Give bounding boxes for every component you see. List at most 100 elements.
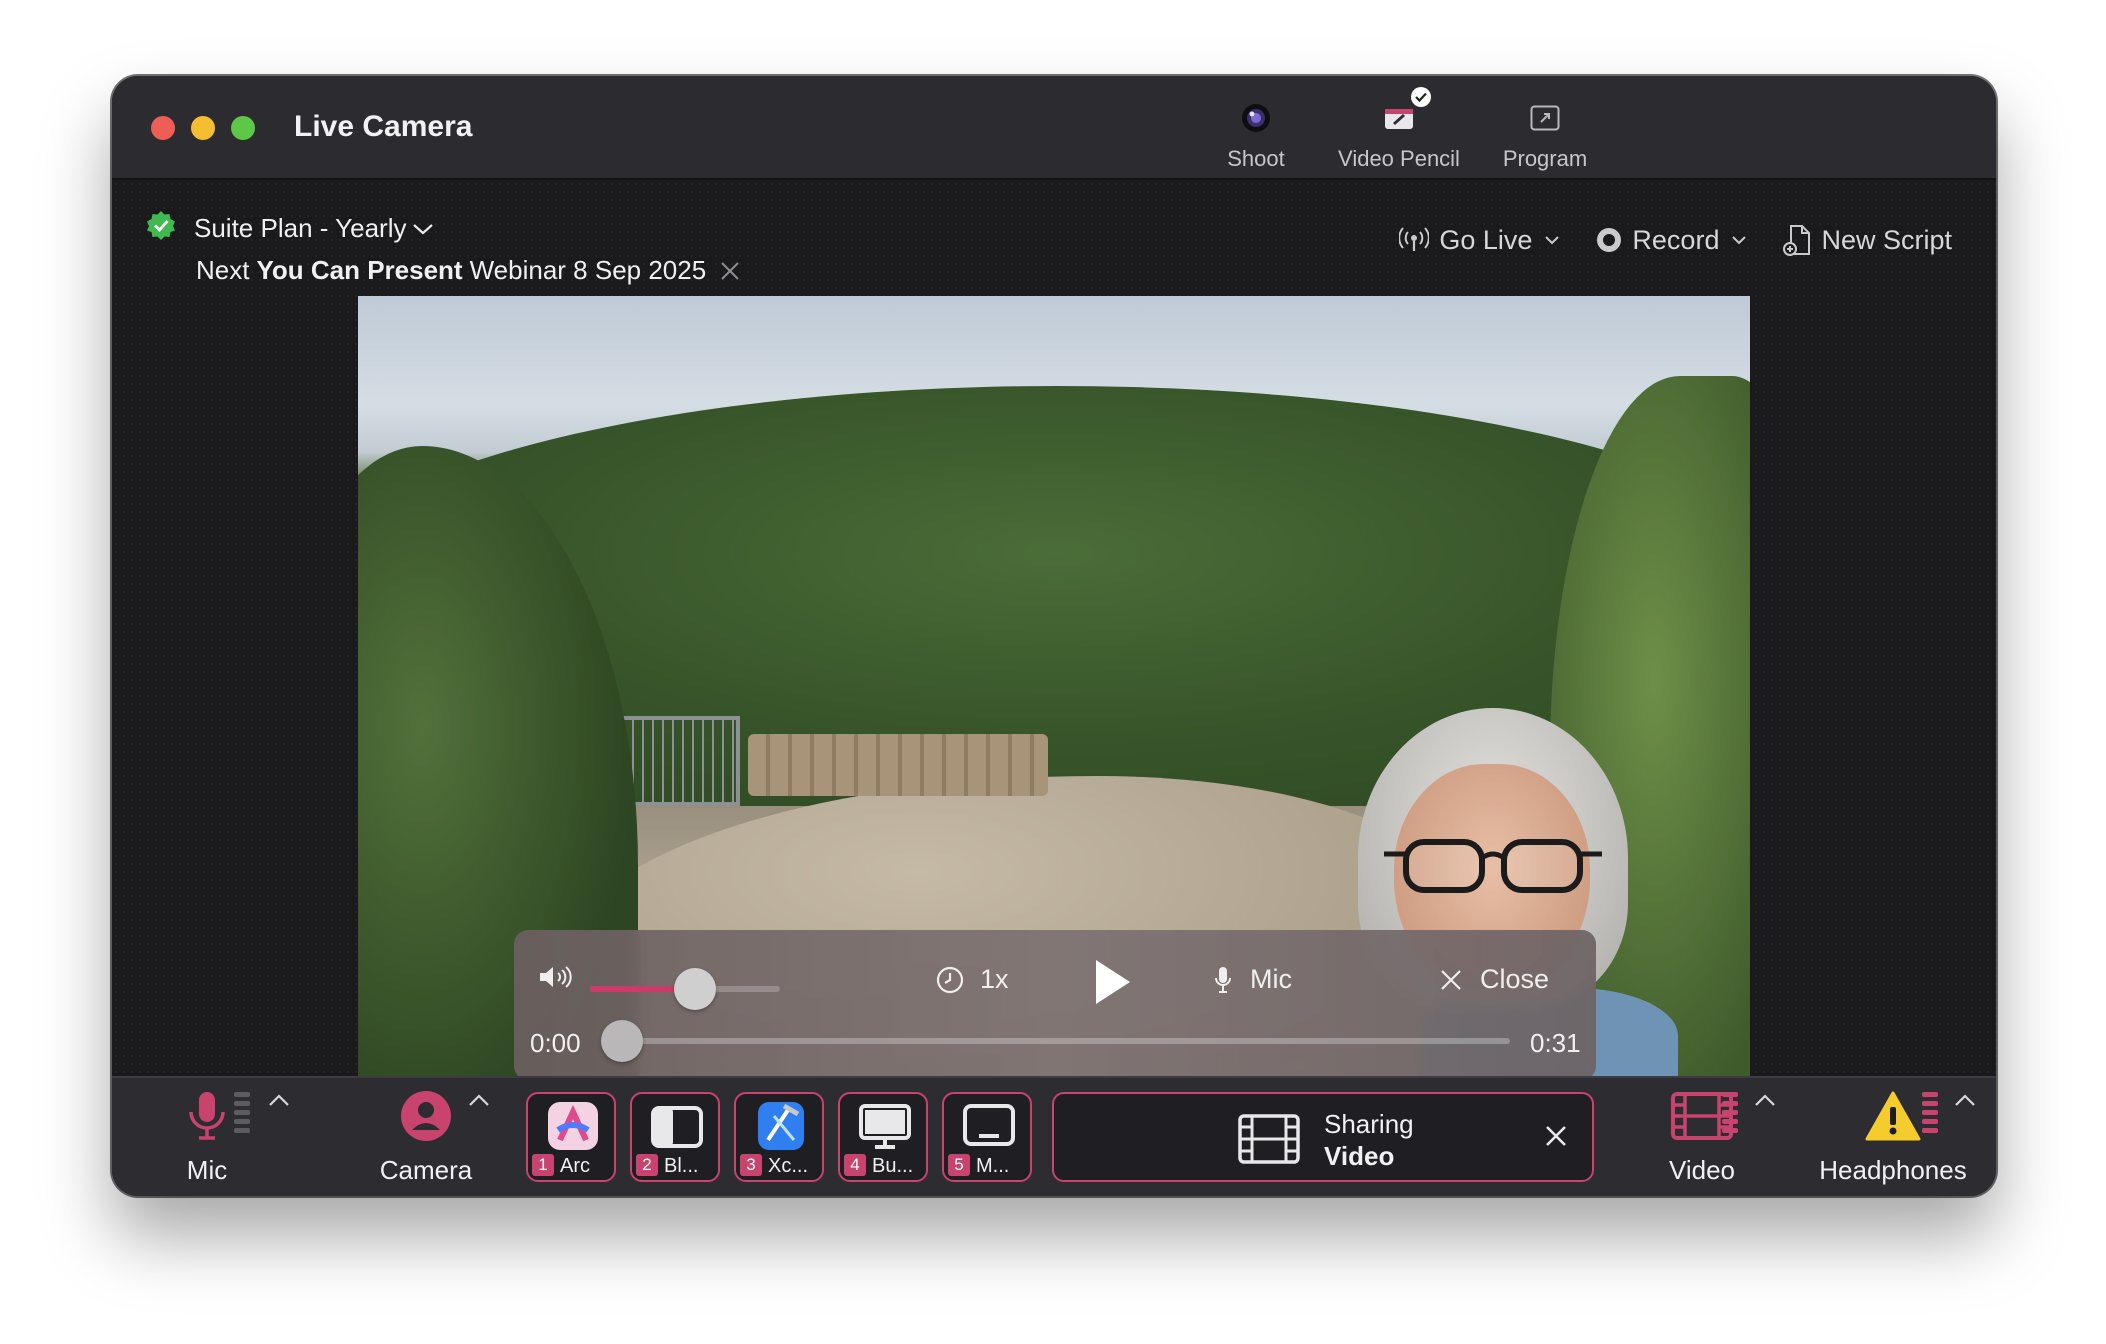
- toolbar-program-label: Program: [1502, 146, 1588, 171]
- video-options-caret-icon[interactable]: [1754, 1090, 1776, 1113]
- playback-speed-value: 1x: [980, 964, 1009, 994]
- zoom-window-button[interactable]: [231, 116, 255, 140]
- go-live-button[interactable]: Go Live: [1399, 225, 1560, 256]
- headphones-options-caret-icon[interactable]: [1954, 1090, 1976, 1113]
- mic-level-meter: [234, 1092, 250, 1137]
- app-tile-name: Bu...: [872, 1155, 914, 1177]
- app-tile-name: M...: [976, 1155, 1010, 1177]
- verified-badge-icon: [146, 210, 176, 247]
- app-tile-name: Bl...: [664, 1155, 699, 1177]
- checkmark-badge-icon: [1411, 87, 1431, 107]
- app-tile-bu[interactable]: 4 Bu...: [838, 1092, 928, 1182]
- next-event: Next You Can Present Webinar 8 Sep 2025: [196, 255, 740, 286]
- new-script-button[interactable]: New Script: [1783, 224, 1964, 256]
- event-name: You Can Present: [256, 255, 463, 285]
- video-pencil-icon: [1324, 87, 1474, 138]
- headphones-level-meter: [1922, 1092, 1938, 1137]
- dismiss-event-icon[interactable]: [720, 261, 740, 281]
- new-script-label: New Script: [1821, 224, 1952, 255]
- plan-selector[interactable]: Suite Plan - Yearly: [146, 210, 740, 247]
- toolbar-video-pencil-button[interactable]: Video Pencil: [1324, 87, 1474, 172]
- scene-stone-wall: [748, 734, 1048, 796]
- app-tile-arc[interactable]: 1 Arc: [526, 1092, 616, 1182]
- player-close-label: Close: [1480, 964, 1550, 994]
- microphone-icon: [189, 1092, 225, 1140]
- stop-sharing-close-icon[interactable]: [1544, 1124, 1568, 1148]
- mic-options-caret-icon[interactable]: [268, 1090, 290, 1113]
- chevron-down-icon: [413, 223, 434, 234]
- player-mic-button[interactable]: Mic: [1214, 964, 1292, 995]
- app-tile-name: Arc: [560, 1155, 590, 1177]
- next-prefix: Next: [196, 255, 250, 285]
- sharing-line1: Sharing: [1324, 1109, 1414, 1139]
- monitor-icon: [859, 1104, 911, 1149]
- new-document-icon: [1783, 225, 1811, 256]
- warning-icon: [1865, 1091, 1921, 1141]
- record-button[interactable]: Record: [1596, 225, 1747, 256]
- sharing-status[interactable]: Sharing Video: [1052, 1092, 1594, 1182]
- record-label: Record: [1632, 224, 1720, 255]
- play-icon[interactable]: [1086, 956, 1136, 1008]
- app-tile-number: 5: [948, 1154, 970, 1176]
- headphones-control[interactable]: Headphones: [1808, 1090, 1978, 1186]
- clock-icon: [936, 966, 964, 993]
- film-icon: [1238, 1114, 1300, 1164]
- app-tile-number: 3: [740, 1154, 762, 1176]
- stage-actions: Go Live Record New Script: [1363, 224, 1964, 256]
- media-player-controls: 1x Mic Close 0:00 0:31: [514, 930, 1596, 1076]
- xcode-icon: [758, 1102, 804, 1150]
- minimize-window-button[interactable]: [191, 116, 215, 140]
- window-title: Live Camera: [294, 110, 473, 143]
- display-icon: [963, 1104, 1015, 1146]
- plan-name: Suite Plan - Yearly: [194, 213, 407, 243]
- app-tile-number: 4: [844, 1154, 866, 1176]
- title-bar: Live Camera Shoot Video Pencil Program: [112, 76, 1996, 180]
- headphones-label: Headphones: [1819, 1155, 1967, 1185]
- current-time: 0:00: [530, 1028, 581, 1058]
- mic-label: Mic: [186, 1155, 228, 1185]
- toolbar-shoot-label: Shoot: [1227, 146, 1285, 171]
- go-live-label: Go Live: [1439, 224, 1533, 255]
- toolbar-video-pencil-label: Video Pencil: [1338, 146, 1460, 171]
- app-tile-name: Xc...: [768, 1155, 809, 1177]
- bottom-control-bar: Mic Camera 1 Arc 2 Bl... 3 Xc... 4 Bu...…: [112, 1076, 1996, 1196]
- sharing-text: Sharing Video: [1324, 1108, 1414, 1172]
- camera-options-caret-icon[interactable]: [468, 1090, 490, 1113]
- chevron-down-icon: [1732, 236, 1747, 245]
- sidebar-window-icon: [651, 1106, 703, 1148]
- sharing-line2: Video: [1324, 1141, 1395, 1171]
- playback-speed-button[interactable]: 1x: [936, 964, 1009, 995]
- scene-gate: [620, 716, 740, 806]
- app-tile-m[interactable]: 5 M...: [942, 1092, 1032, 1182]
- close-window-button[interactable]: [151, 116, 175, 140]
- broadcast-icon: [1399, 227, 1430, 251]
- video-level-meter: [1722, 1092, 1738, 1137]
- close-icon: [1441, 969, 1461, 990]
- seek-bar[interactable]: [622, 1038, 1510, 1044]
- video-control[interactable]: Video: [1642, 1090, 1762, 1186]
- record-icon: [1597, 228, 1622, 252]
- toolbar-shoot-button[interactable]: Shoot: [1206, 98, 1306, 172]
- app-tile-xcode[interactable]: 3 Xc...: [734, 1092, 824, 1182]
- seek-bar-thumb[interactable]: [601, 1020, 643, 1062]
- expand-icon: [1490, 98, 1600, 138]
- event-date: Webinar 8 Sep 2025: [469, 255, 707, 285]
- toolbar-program-button[interactable]: Program: [1490, 98, 1600, 172]
- app-tile-bl[interactable]: 2 Bl...: [630, 1092, 720, 1182]
- video-label: Video: [1668, 1155, 1736, 1185]
- volume-icon[interactable]: [538, 964, 576, 990]
- volume-slider-thumb[interactable]: [673, 968, 716, 1010]
- camera-label: Camera: [379, 1155, 473, 1185]
- app-window: Live Camera Shoot Video Pencil Program S…: [112, 76, 1996, 1196]
- app-tile-number: 1: [532, 1154, 554, 1176]
- arc-icon: [548, 1102, 598, 1150]
- plan-info: Suite Plan - Yearly Next You Can Present…: [146, 210, 740, 286]
- chevron-down-icon: [1545, 236, 1560, 245]
- player-close-button[interactable]: Close: [1440, 964, 1549, 995]
- app-tile-number: 2: [636, 1154, 658, 1176]
- player-mic-label: Mic: [1250, 964, 1292, 994]
- camera-lens-icon: [1206, 98, 1306, 138]
- microphone-icon: [1215, 966, 1231, 993]
- video-preview[interactable]: 1x Mic Close 0:00 0:31: [358, 296, 1750, 1076]
- duration: 0:31: [1530, 1028, 1581, 1058]
